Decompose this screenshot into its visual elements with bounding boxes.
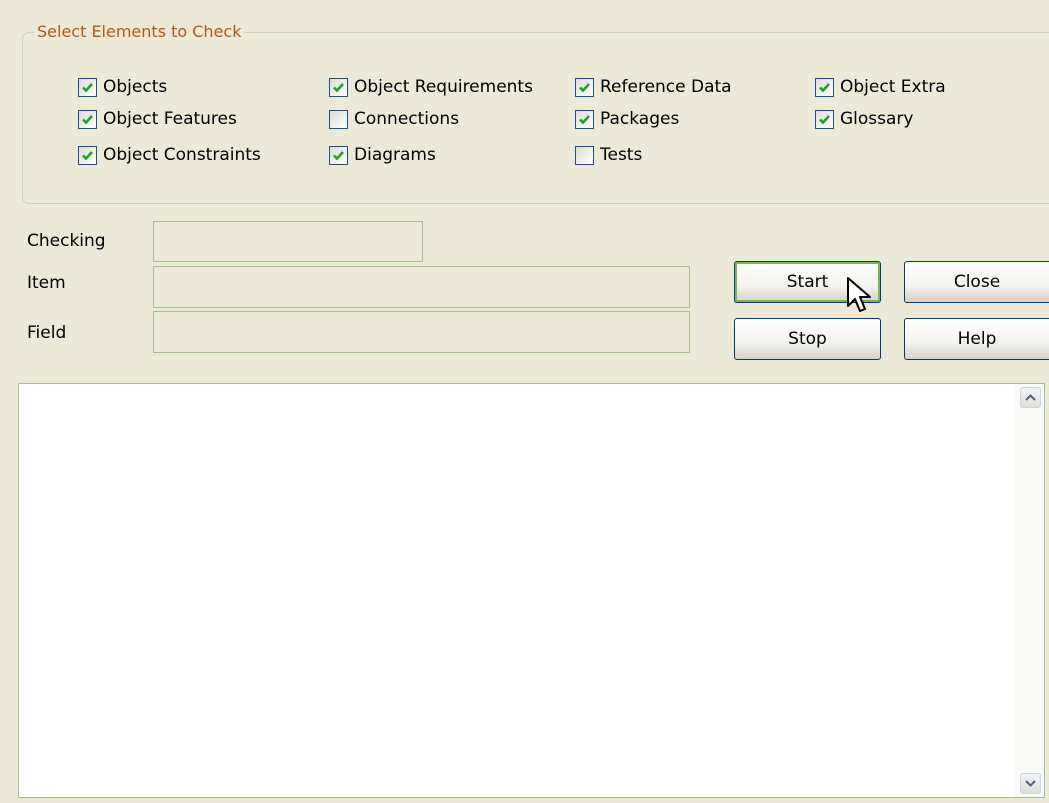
results-output-area[interactable] (18, 383, 1045, 798)
checkbox-diagrams[interactable]: Diagrams (329, 143, 436, 167)
start-button[interactable]: Start (734, 261, 881, 303)
checkbox-tests[interactable]: Tests (575, 143, 642, 167)
checkbox-object-extra-label: Object Extra (840, 77, 946, 97)
checkbox-diagrams-box[interactable] (329, 145, 348, 165)
checkbox-packages-label: Packages (600, 109, 680, 129)
checkbox-glossary[interactable]: Glossary (815, 107, 913, 131)
check-mark-icon (819, 114, 830, 124)
check-mark-icon (819, 82, 830, 92)
checkbox-object-features-box[interactable] (78, 109, 97, 129)
scroll-up-button[interactable] (1020, 387, 1041, 408)
checkbox-connections[interactable]: Connections (329, 107, 459, 131)
scroll-down-button[interactable] (1020, 773, 1041, 794)
check-mark-icon (82, 150, 93, 160)
checkbox-object-extra-box[interactable] (815, 77, 834, 97)
check-mark-icon (82, 82, 93, 92)
checkbox-objects-label: Objects (103, 77, 168, 97)
item-label: Item (27, 273, 66, 293)
checkbox-object-requirements[interactable]: Object Requirements (329, 75, 533, 99)
checkbox-reference-data-box[interactable] (575, 77, 594, 97)
help-button[interactable]: Help (904, 318, 1049, 360)
checkbox-object-constraints-label: Object Constraints (103, 145, 261, 165)
field-label: Field (27, 323, 67, 343)
close-button[interactable]: Close (904, 261, 1049, 303)
check-mark-icon (333, 82, 344, 92)
checkbox-connections-label: Connections (354, 109, 460, 129)
field-field (153, 311, 690, 353)
check-mark-icon (579, 82, 590, 92)
check-mark-icon (82, 114, 93, 124)
checkbox-object-features-label: Object Features (103, 109, 237, 129)
checkbox-object-extra[interactable]: Object Extra (815, 75, 946, 99)
stop-button[interactable]: Stop (734, 318, 881, 360)
checkbox-connections-box[interactable] (329, 109, 348, 129)
checking-field (153, 221, 423, 262)
check-mark-icon (579, 114, 590, 124)
item-field (153, 266, 690, 308)
checkbox-glossary-box[interactable] (815, 109, 834, 129)
checkbox-object-requirements-label: Object Requirements (354, 77, 533, 97)
vertical-scrollbar[interactable] (1014, 384, 1044, 797)
checkbox-object-constraints-box[interactable] (78, 145, 97, 165)
checkbox-object-constraints[interactable]: Object Constraints (78, 143, 261, 167)
checkbox-diagrams-label: Diagrams (354, 145, 436, 165)
checkbox-tests-label: Tests (600, 145, 643, 165)
checkbox-reference-data[interactable]: Reference Data (575, 75, 732, 99)
check-mark-icon (333, 150, 344, 160)
check-elements-dialog: Select Elements to Check Objects Object … (0, 0, 1049, 803)
checkbox-object-requirements-box[interactable] (329, 77, 348, 97)
chevron-up-icon (1025, 394, 1036, 401)
checkbox-tests-box[interactable] (575, 145, 594, 165)
chevron-down-icon (1025, 780, 1036, 787)
checkbox-reference-data-label: Reference Data (600, 77, 732, 97)
checking-label: Checking (27, 231, 106, 251)
checkbox-objects[interactable]: Objects (78, 75, 167, 99)
checkbox-packages[interactable]: Packages (575, 107, 679, 131)
checkbox-object-features[interactable]: Object Features (78, 107, 237, 131)
checkbox-objects-box[interactable] (78, 77, 97, 97)
checkbox-packages-box[interactable] (575, 109, 594, 129)
checkbox-glossary-label: Glossary (840, 109, 914, 129)
groupbox-title: Select Elements to Check (34, 21, 245, 43)
